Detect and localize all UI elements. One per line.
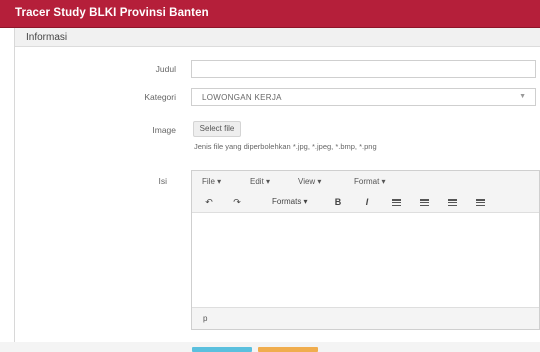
align-justify-icon[interactable] xyxy=(476,199,485,207)
app-header: Tracer Study BLKI Provinsi Banten xyxy=(0,0,540,28)
bold-icon[interactable]: B xyxy=(331,197,345,207)
reset-button[interactable] xyxy=(258,347,318,352)
redo-icon[interactable]: ↷ xyxy=(230,197,244,208)
judul-input[interactable] xyxy=(191,60,536,78)
app-title: Tracer Study BLKI Provinsi Banten xyxy=(15,7,209,19)
isi-label: Isi xyxy=(158,176,168,186)
panel-heading: Informasi xyxy=(15,28,540,47)
kategori-label: Kategori xyxy=(144,92,176,102)
editor-content-area[interactable] xyxy=(192,213,539,308)
editor-statusbar: p xyxy=(192,307,539,329)
rich-text-editor[interactable]: File ▾ Edit ▾ View ▾ Format ▾ ↶ ↷ Format… xyxy=(191,170,540,330)
menu-view[interactable]: View ▾ xyxy=(298,177,321,186)
panel-title: Informasi xyxy=(26,32,68,43)
align-left-icon[interactable] xyxy=(392,199,401,207)
save-button[interactable] xyxy=(192,347,252,352)
formats-dropdown[interactable]: Formats ▾ xyxy=(272,197,308,206)
kategori-select[interactable]: LOWONGAN KERJA ▼ xyxy=(191,88,536,106)
menu-file[interactable]: File ▾ xyxy=(202,177,221,186)
align-center-icon[interactable] xyxy=(420,199,429,207)
align-right-icon[interactable] xyxy=(448,199,457,207)
judul-label: Judul xyxy=(155,64,176,74)
image-help-text: Jenis file yang diperbolehkan *.jpg, *.j… xyxy=(194,142,377,151)
editor-menubar: File ▾ Edit ▾ View ▾ Format ▾ xyxy=(192,171,539,193)
editor-toolbar: ↶ ↷ Formats ▾ B I xyxy=(192,193,539,213)
menu-format[interactable]: Format ▾ xyxy=(354,177,386,186)
select-file-button[interactable]: Select file xyxy=(193,121,241,137)
image-label: Image xyxy=(152,125,176,135)
italic-icon[interactable]: I xyxy=(360,197,374,207)
chevron-down-icon: ▼ xyxy=(519,93,526,100)
kategori-selected-value: LOWONGAN KERJA xyxy=(202,93,282,102)
menu-edit[interactable]: Edit ▾ xyxy=(250,177,270,186)
element-path: p xyxy=(203,314,208,323)
undo-icon[interactable]: ↶ xyxy=(202,197,216,208)
